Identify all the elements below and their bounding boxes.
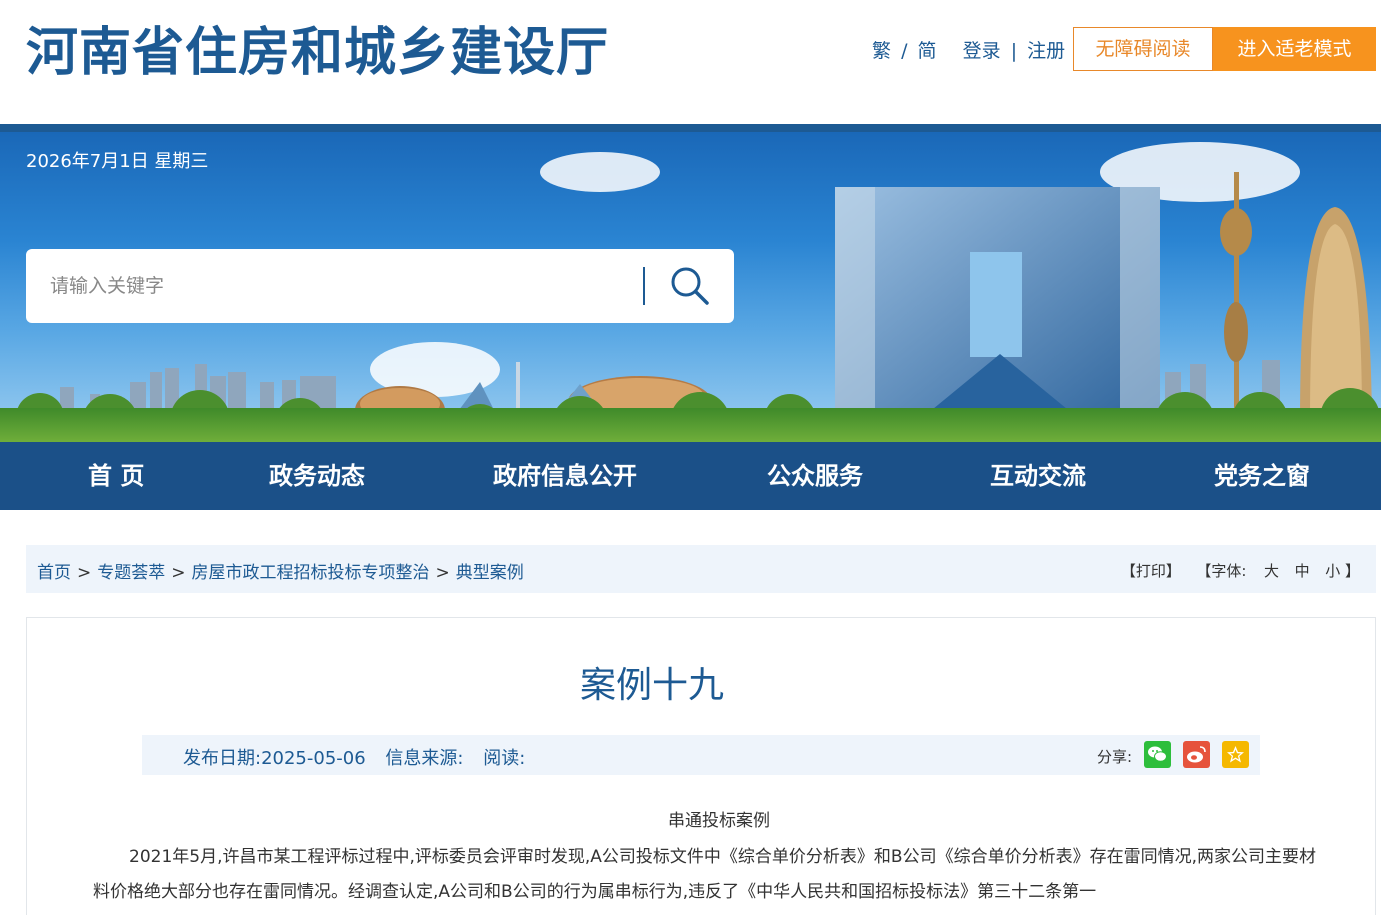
breadcrumb-bidding-rectification[interactable]: 房屋市政工程招标投标专项整治	[192, 563, 430, 583]
article-container: 案例十九 发布日期:2025-05-06 信息来源: 阅读: 分享: 串通投标案…	[26, 617, 1376, 915]
nav-public-service[interactable]: 公众服务	[767, 442, 863, 510]
header: 河南省住房和城乡建设厅 繁 / 简 登录 | 注册 无障碍阅读 进入适老模式	[0, 0, 1381, 124]
share-label: 分享:	[1097, 748, 1133, 766]
article-meta: 发布日期:2025-05-06 信息来源: 阅读:	[183, 744, 539, 770]
main-nav: 首 页 政务动态 政府信息公开 公众服务 互动交流 党务之窗	[0, 442, 1381, 510]
wechat-icon	[1148, 746, 1167, 762]
font-large-button[interactable]: 大	[1264, 560, 1279, 581]
search-icon	[671, 267, 709, 305]
banner-top-bar	[0, 124, 1381, 132]
breadcrumb-arrow: >	[77, 563, 92, 583]
breadcrumb-bar: 首页 > 专题荟萃 > 房屋市政工程招标投标专项整治 > 典型案例 【打印】 【字体: 大 …	[26, 545, 1376, 593]
accessible-reading-button[interactable]: 无障碍阅读	[1073, 27, 1213, 71]
weibo-share-button[interactable]	[1183, 741, 1210, 768]
breadcrumb-arrow: >	[435, 563, 450, 583]
print-button[interactable]: 【打印】	[1121, 560, 1181, 581]
favorite-button[interactable]	[1222, 741, 1249, 768]
read-count: 阅读:	[483, 748, 526, 769]
breadcrumb-typical-cases[interactable]: 典型案例	[456, 563, 524, 583]
info-source: 信息来源:	[385, 748, 464, 769]
search-box	[26, 249, 734, 323]
nav-home[interactable]: 首 页	[88, 442, 144, 510]
article-subheading: 串通投标案例	[668, 811, 770, 831]
lang-separator: /	[901, 40, 908, 62]
lang-traditional-link[interactable]: 繁	[872, 36, 891, 63]
search-button[interactable]	[666, 263, 714, 309]
tree-line	[0, 408, 1381, 442]
nav-party-affairs[interactable]: 党务之窗	[1214, 442, 1310, 510]
font-small-button[interactable]: 小	[1325, 560, 1340, 581]
breadcrumb-home[interactable]: 首页	[37, 563, 71, 583]
register-link[interactable]: 注册	[1027, 36, 1065, 63]
link-separator: |	[1010, 40, 1018, 62]
publish-date: 发布日期:2025-05-06	[183, 748, 366, 769]
font-size-suffix: 】	[1344, 562, 1360, 580]
site-title[interactable]: 河南省住房和城乡建设厅	[26, 18, 609, 88]
nav-government-news[interactable]: 政务动态	[269, 442, 365, 510]
font-medium-button[interactable]: 中	[1295, 560, 1310, 581]
search-divider	[643, 267, 645, 305]
elder-mode-button[interactable]: 进入适老模式	[1213, 27, 1376, 71]
font-size-label: 【字体:	[1196, 562, 1247, 580]
article-paragraph: 2021年5月,许昌市某工程评标过程中,评标委员会评审时发现,A公司投标文件中《…	[93, 847, 1316, 902]
weibo-icon	[1187, 746, 1206, 763]
breadcrumb-topics[interactable]: 专题荟萃	[97, 563, 165, 583]
search-input[interactable]	[50, 267, 640, 305]
page-tools: 【打印】 【字体: 大 中 小 】	[1121, 560, 1360, 581]
top-links: 繁 / 简 登录 | 注册	[872, 36, 1065, 63]
nav-interaction[interactable]: 互动交流	[990, 442, 1086, 510]
login-link[interactable]: 登录	[963, 36, 1001, 63]
banner: 2026年7月1日 星期三	[0, 132, 1381, 442]
article-meta-bar: 发布日期:2025-05-06 信息来源: 阅读: 分享:	[142, 735, 1260, 775]
star-icon	[1227, 746, 1244, 763]
wechat-share-button[interactable]	[1144, 741, 1171, 768]
article-title: 案例十九	[579, 665, 724, 706]
breadcrumb-arrow: >	[171, 563, 186, 583]
breadcrumb: 首页 > 专题荟萃 > 房屋市政工程招标投标专项整治 > 典型案例	[37, 558, 524, 583]
nav-info-disclosure[interactable]: 政府信息公开	[493, 442, 637, 510]
lang-simplified-link[interactable]: 简	[918, 36, 937, 63]
